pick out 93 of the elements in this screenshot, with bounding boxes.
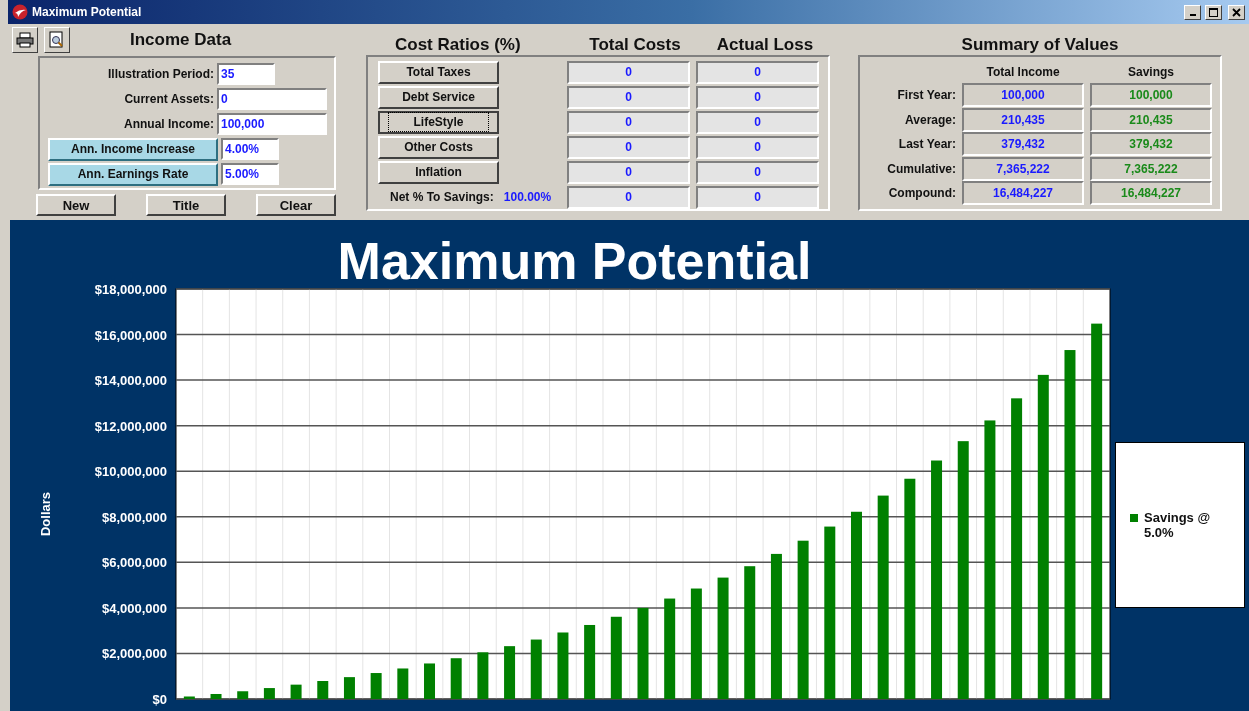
rate-button[interactable]: Ann. Earnings Rate [48,162,218,186]
y-tick-label: $14,000,000 [94,373,167,389]
column-header: Total Income [985,65,1061,79]
magnifier-page-icon [48,31,66,49]
action-button[interactable]: Clear [256,194,336,216]
y-tick-label: $2,000,000 [101,646,167,662]
value-cell: 16,484,227 [1090,181,1212,206]
section-title: Summary of Values [961,35,1119,55]
input-field[interactable]: 100,000 [217,113,327,135]
value-cell: 379,432 [962,132,1084,157]
row-label: First Year: [896,88,956,103]
maximize-icon [1209,7,1218,17]
bar [397,668,409,699]
bar [237,691,249,699]
value-cell: 210,435 [1090,107,1212,132]
bar [317,681,329,699]
bar [477,652,489,699]
column-header: Total Costs [588,35,682,55]
input-field[interactable]: 4.00% [221,138,279,160]
row-label: Last Year: [897,137,956,152]
column-header: Savings [1127,65,1175,79]
window-title: Maximum Potential [32,5,142,19]
bar [183,696,195,699]
value-cell: 0 [567,85,690,109]
chart-title: Maximum Potential [336,231,813,287]
value-cell: 379,432 [1090,132,1212,157]
cost-button[interactable]: Inflation [378,160,499,184]
bar [263,688,275,699]
bar [424,663,435,699]
y-tick-label: $8,000,000 [101,509,167,525]
action-button[interactable]: Title [146,194,226,216]
print-button[interactable] [12,27,38,53]
column-header: Actual Loss [715,35,815,55]
y-axis-title: Dollars [38,491,53,537]
row-label: Cumulative: [886,161,956,176]
app-icon [12,4,28,20]
value-cell: 0 [696,110,819,134]
value-cell: 0 [696,60,819,84]
value-cell: 0 [696,85,819,109]
field-label: Illustration Period: [107,67,214,81]
value-cell: 0 [567,60,690,84]
value-cell: 0 [567,185,690,209]
bar [210,694,222,699]
bar [290,684,302,699]
close-icon [1232,7,1241,17]
bar [557,632,569,699]
value-cell: 0 [696,135,819,159]
value-cell: 0 [567,135,690,159]
value-cell: 0 [567,160,690,184]
minimize-button[interactable] [1184,4,1201,20]
close-button[interactable] [1228,4,1245,20]
bar [370,673,382,699]
row-label: Compound: [887,186,956,201]
value-cell: 7,365,222 [962,156,1084,181]
field-label: Annual Income: [123,117,214,131]
cost-button[interactable]: Other Costs [378,135,499,159]
rate-button[interactable]: Ann. Income Increase [48,137,218,161]
y-tick-label: $18,000,000 [94,282,167,297]
legend-label: Savings @ 5.0% [1144,510,1212,540]
printer-icon [16,32,34,48]
cost-button[interactable]: Debt Service [378,85,499,109]
cost-button[interactable]: LifeStyle [378,110,499,134]
section-title: Income Data [130,30,232,50]
bar [530,639,542,699]
bar [504,646,516,699]
y-tick-label: $0 [152,692,167,707]
row-label: Average: [904,112,956,127]
input-field[interactable]: 0 [217,88,327,110]
section-title: Cost Ratios (%) [395,35,522,55]
bar [343,677,355,699]
input-field[interactable]: 5.00% [221,163,279,185]
net-value: 100.00% [503,190,552,204]
value-cell: 100,000 [962,83,1084,108]
input-field[interactable]: 35 [217,63,275,85]
cost-button[interactable]: Total Taxes [378,60,499,84]
value-cell: 0 [567,110,690,134]
maximize-button[interactable] [1205,4,1222,20]
value-cell: 7,365,222 [1090,156,1212,181]
value-cell: 100,000 [1090,83,1212,108]
y-tick-label: $4,000,000 [101,600,167,616]
y-tick-label: $12,000,000 [94,418,167,434]
value-cell: 0 [696,185,819,209]
y-tick-label: $10,000,000 [94,464,167,480]
preview-button[interactable] [44,27,70,53]
y-tick-label: $6,000,000 [101,555,167,571]
action-button[interactable]: New [36,194,116,216]
y-tick-label: $16,000,000 [94,327,167,343]
value-cell: 0 [696,160,819,184]
value-cell: 16,484,227 [962,181,1084,206]
field-label: Current Assets: [123,92,214,106]
net-label: Net % To Savings: [390,190,494,204]
value-cell: 210,435 [962,107,1084,132]
bar [450,658,462,699]
